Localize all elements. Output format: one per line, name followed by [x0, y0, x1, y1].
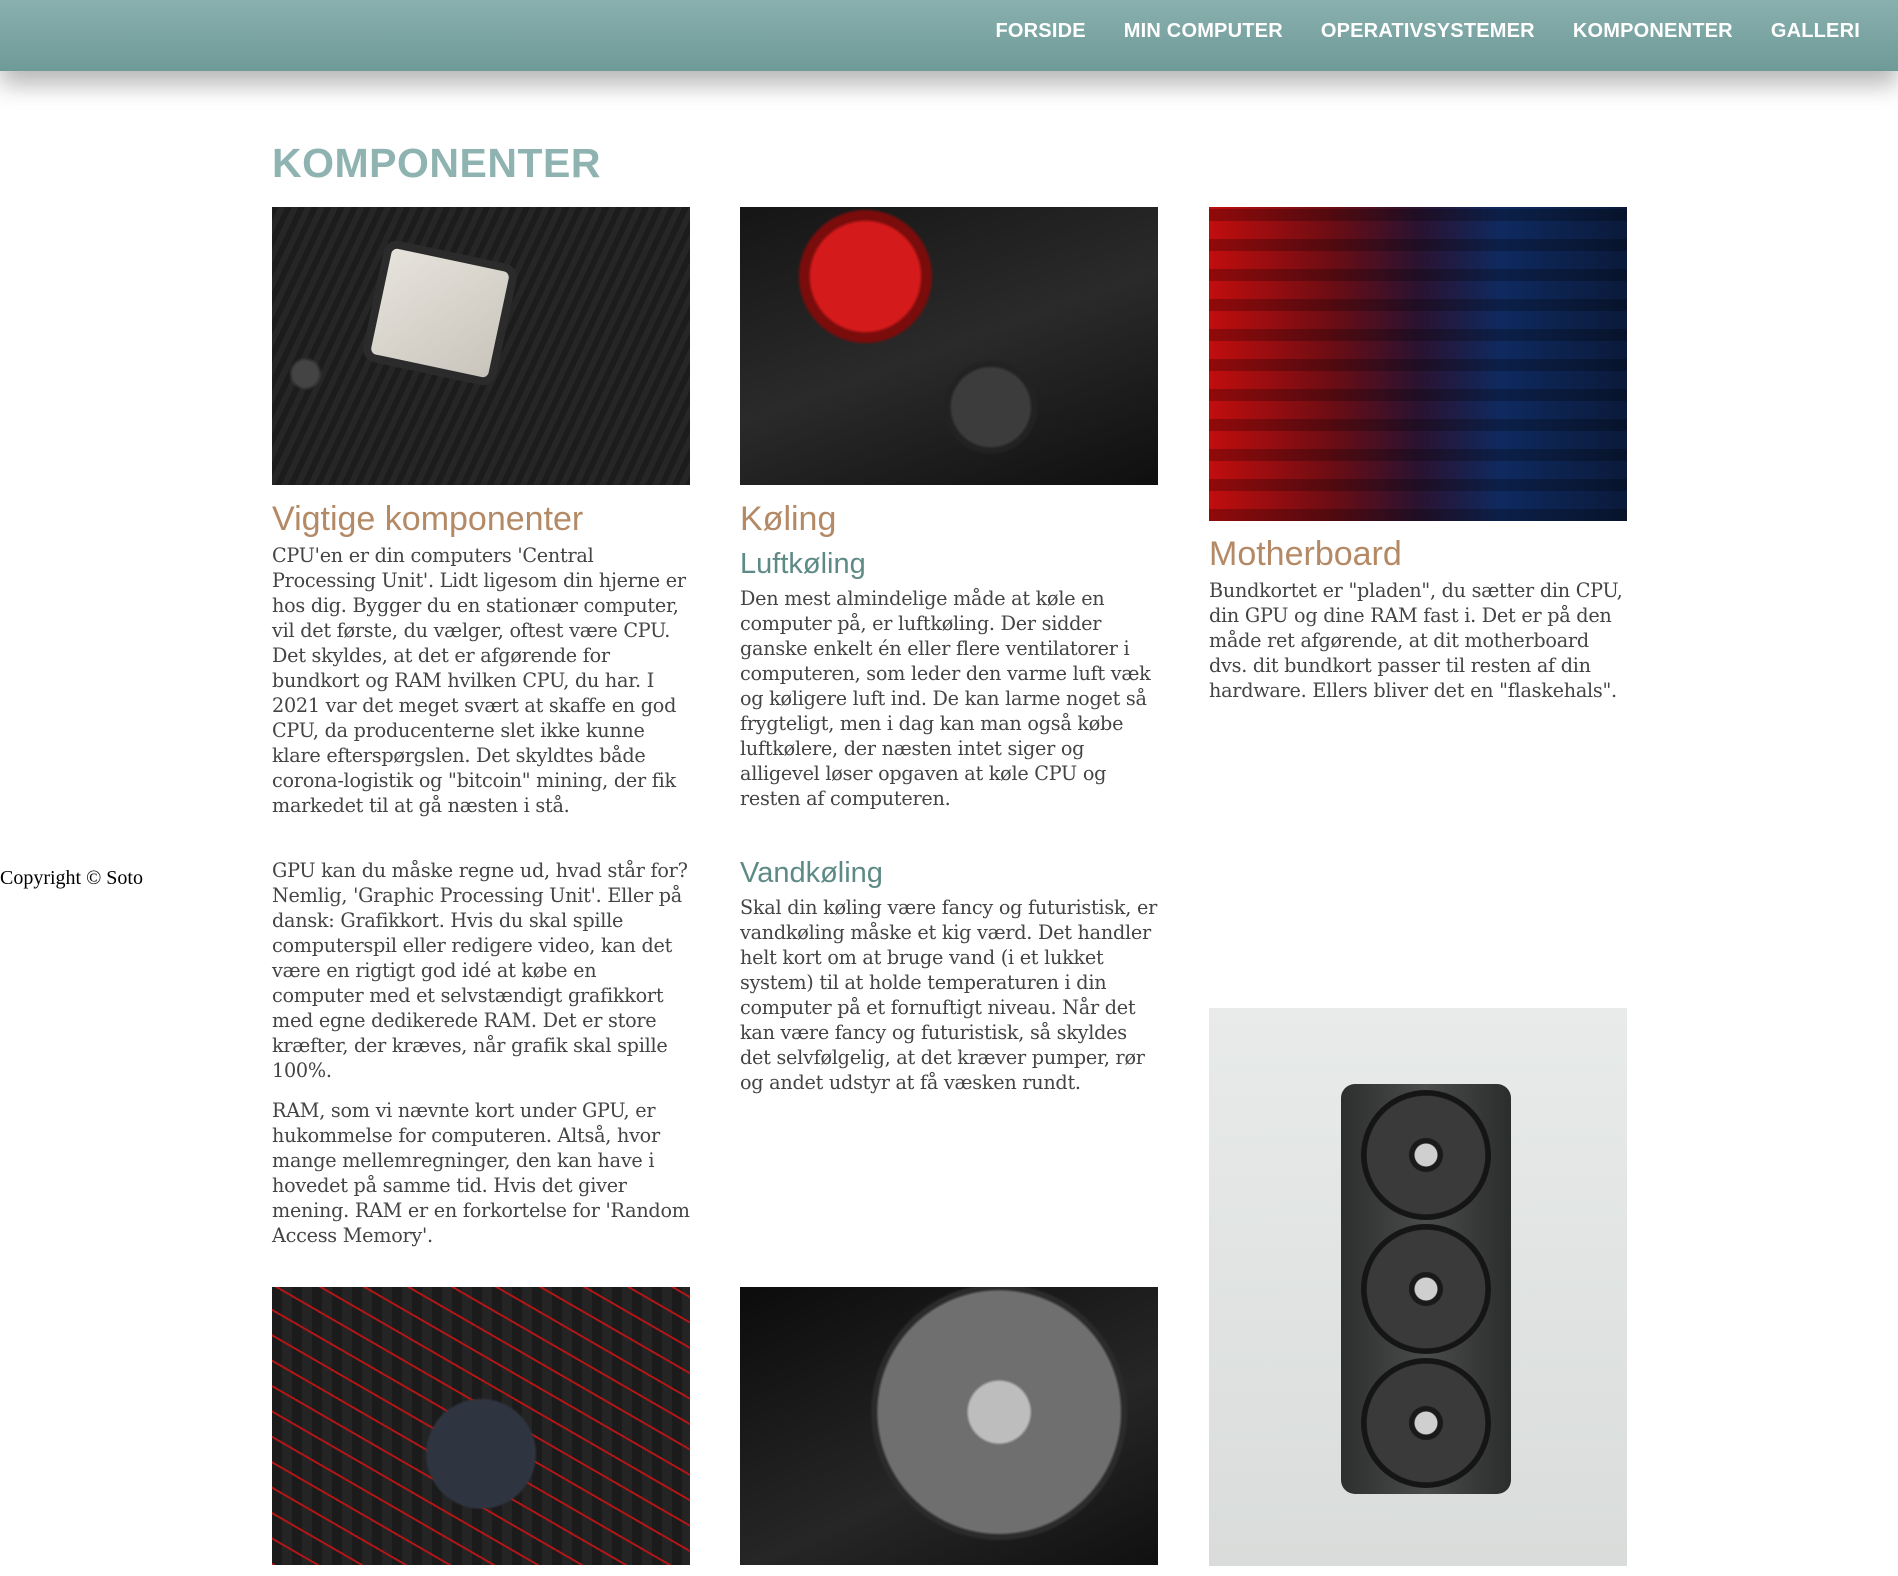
red-cpu-fan-image: [740, 207, 1158, 485]
top-navigation-bar: FORSIDE MIN COMPUTER OPERATIVSYSTEMER KO…: [0, 0, 1898, 71]
subheading-vandkoling: Vandkøling: [740, 857, 883, 889]
ram-paragraph: RAM, som vi nævnte kort under GPU, er hu…: [272, 1099, 690, 1247]
motherboard-closeup-image: [1209, 207, 1627, 521]
cpu-paragraph: CPU'en er din computers 'Central Process…: [272, 544, 686, 817]
cpu-socket-image: [272, 1287, 690, 1565]
hard-drive-image: [740, 1287, 1158, 1565]
nav-link-komponenter[interactable]: KOMPONENTER: [1573, 20, 1733, 43]
cpu-motherboard-image: [272, 207, 690, 485]
gpu-card-shape: [1341, 1084, 1511, 1494]
subheading-luftkoling: Luftkøling: [740, 548, 866, 580]
gpu-fan-icon: [1361, 1090, 1491, 1220]
gpu-fan-icon: [1361, 1358, 1491, 1488]
nav-link-min-computer[interactable]: MIN COMPUTER: [1124, 20, 1283, 43]
nav-link-operativsystemer[interactable]: OPERATIVSYSTEMER: [1321, 20, 1535, 43]
section-heading-vigtige-komponenter: Vigtige komponenter: [272, 500, 584, 538]
nav-link-forside[interactable]: FORSIDE: [995, 20, 1085, 43]
water-cooling-paragraph: Skal din køling være fancy og futuristis…: [740, 896, 1158, 1094]
ryzen-chip: [370, 247, 510, 379]
page-title: KOMPONENTER: [272, 140, 601, 186]
gpu-fan-icon: [1361, 1224, 1491, 1354]
nav-link-galleri[interactable]: GALLERI: [1771, 20, 1860, 43]
air-cooling-paragraph: Den mest almindelige måde at køle en com…: [740, 587, 1151, 810]
section-heading-koling: Køling: [740, 500, 837, 538]
main-nav: FORSIDE MIN COMPUTER OPERATIVSYSTEMER KO…: [957, 0, 1860, 63]
section-heading-motherboard: Motherboard: [1209, 535, 1402, 573]
graphics-card-image: [1209, 1008, 1627, 1566]
motherboard-paragraph: Bundkortet er "pladen", du sætter din CP…: [1209, 579, 1623, 702]
copyright-text: Copyright © Soto: [0, 867, 143, 889]
gpu-paragraph: GPU kan du måske regne ud, hvad står for…: [272, 859, 688, 1082]
